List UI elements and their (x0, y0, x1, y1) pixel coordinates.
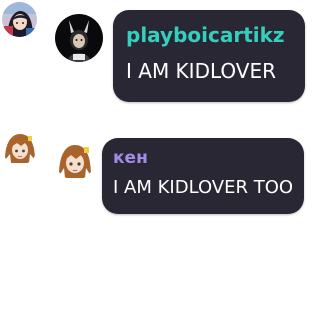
reaction-avatar-brown-hair[interactable] (2, 130, 37, 165)
sender-avatar-dark[interactable] (55, 14, 103, 62)
message-bubble[interactable]: кен I AM KIDLOVER TOO (102, 138, 304, 214)
dark-figure-avatar-icon (55, 14, 103, 62)
message-username[interactable]: playboicartikz (126, 23, 285, 47)
message-text: I AM KIDLOVER TOO (113, 177, 294, 198)
sender-avatar-brown-hair[interactable] (55, 140, 95, 180)
message-text: I AM KIDLOVER (126, 59, 276, 83)
reaction-avatar-anime-girl[interactable] (2, 2, 37, 37)
chat-stage: playboicartikz I AM KIDLOVER кен I AM KI… (0, 0, 311, 320)
anime-brown-hair-avatar-icon (55, 140, 95, 180)
message-username[interactable]: кен (113, 148, 148, 168)
message-bubble[interactable]: playboicartikz I AM KIDLOVER (113, 10, 305, 102)
anime-brown-hair-avatar-icon (2, 130, 37, 165)
anime-girl-avatar-icon (2, 2, 37, 37)
